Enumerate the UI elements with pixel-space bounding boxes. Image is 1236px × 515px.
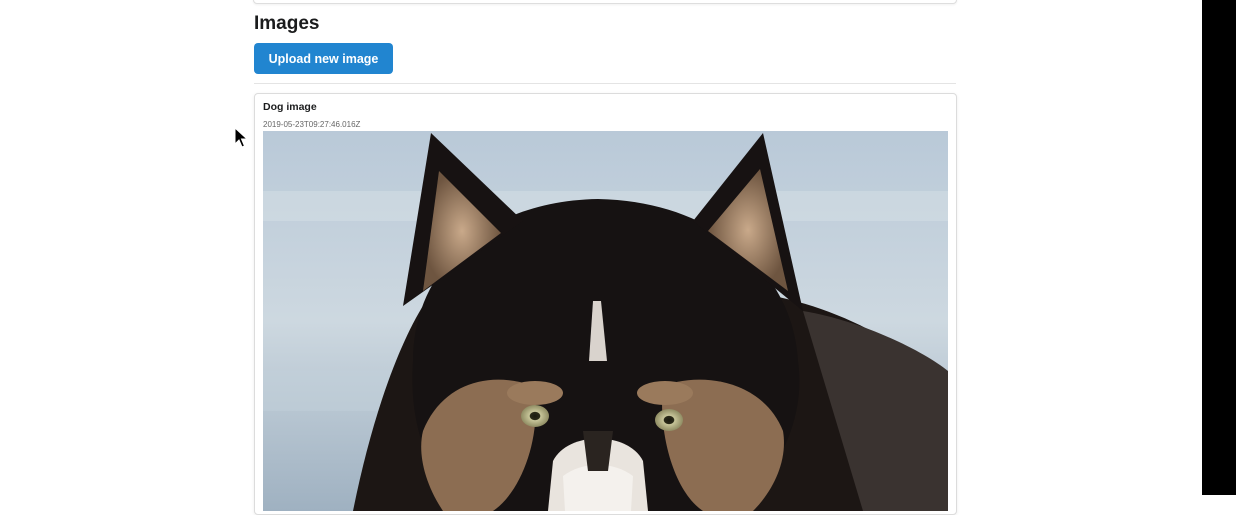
right-black-bar bbox=[1202, 0, 1236, 495]
image-card-title: Dog image bbox=[263, 101, 317, 113]
mouse-pointer-icon bbox=[234, 127, 248, 148]
dog-photo-illustration bbox=[263, 131, 948, 511]
dog-image bbox=[263, 131, 948, 511]
upload-new-image-button[interactable]: Upload new image bbox=[254, 43, 393, 74]
divider bbox=[254, 83, 956, 84]
image-card-timestamp: 2019-05-23T09:27:46.016Z bbox=[263, 120, 361, 129]
image-card: Dog image 2019-05-23T09:27:46.016Z bbox=[254, 93, 957, 515]
previous-card-edge bbox=[253, 0, 957, 4]
section-title: Images bbox=[254, 13, 320, 34]
